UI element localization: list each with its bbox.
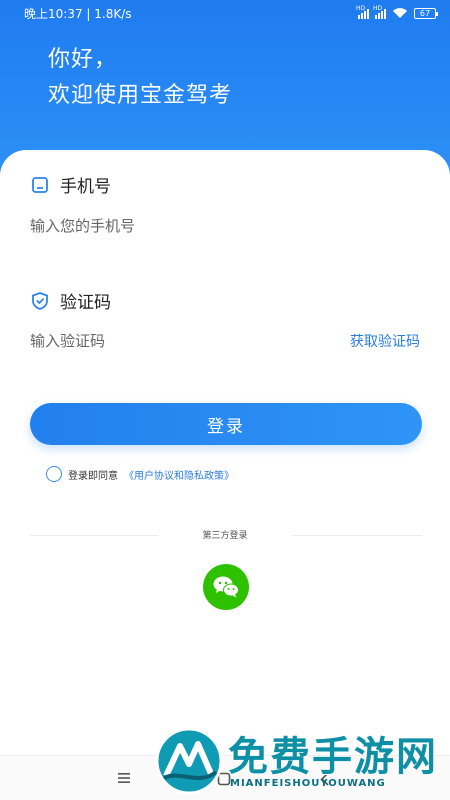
greeting: 你好， 欢迎使用宝金驾考 [48, 42, 232, 114]
code-label-text: 验证码 [60, 293, 111, 313]
code-label: 验证码 [30, 288, 111, 313]
shield-icon [32, 291, 48, 310]
login-button[interactable]: 登录 [30, 403, 422, 445]
battery-icon: 67 [414, 7, 438, 19]
wechat-icon [213, 576, 239, 598]
code-input[interactable] [30, 330, 320, 352]
phone-icon [32, 176, 48, 193]
watermark-logo-icon [155, 727, 223, 795]
get-code-button[interactable]: 获取验证码 [350, 331, 420, 351]
phone-input[interactable] [30, 215, 422, 237]
agreement-link[interactable]: 《用户协议和隐私政策》 [124, 467, 234, 482]
agreement-checkbox[interactable] [46, 466, 62, 482]
agreement-prefix: 登录即同意 [68, 470, 118, 482]
status-bar: 晚上10:37 | 1.8K/s HD HD 67 [0, 0, 450, 26]
watermark-subtitle: MIANFEISHOUYOUWANG [230, 778, 386, 789]
wechat-login-button[interactable] [203, 564, 249, 610]
watermark: 免费手游网 MIANFEISHOUYOUWANG [150, 722, 450, 800]
menu-icon[interactable] [117, 772, 131, 784]
watermark-title: 免费手游网 [228, 734, 438, 780]
greeting-line1: 你好， [48, 47, 118, 72]
greeting-line2: 欢迎使用宝金驾考 [48, 83, 233, 108]
phone-label: 手机号 [30, 172, 111, 197]
signal-icon: HD [356, 5, 369, 19]
divider-right [292, 535, 422, 536]
wifi-icon [393, 8, 407, 18]
status-time-speed: 晚上10:37 | 1.8K/s [24, 6, 132, 21]
phone-label-text: 手机号 [60, 177, 111, 197]
signal-icon-2: HD [373, 5, 386, 19]
agreement-row: 登录即同意 《用户协议和隐私政策》 [46, 466, 234, 482]
status-icons: HD HD 67 [356, 5, 438, 19]
